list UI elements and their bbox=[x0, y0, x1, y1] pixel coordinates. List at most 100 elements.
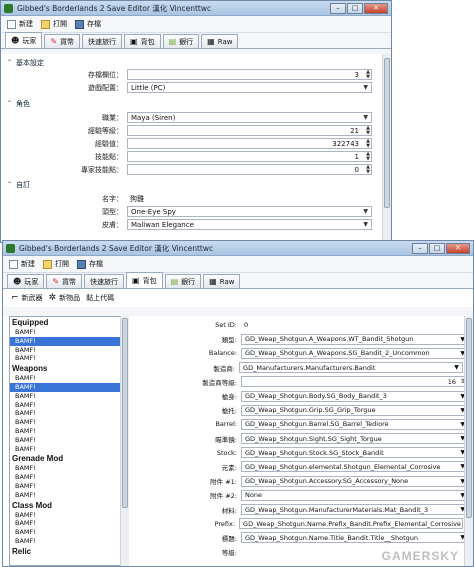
tree-item[interactable]: BAMF! bbox=[10, 336, 128, 346]
tree-item[interactable]: BAMF! bbox=[10, 374, 128, 383]
open-button[interactable]: 打開 bbox=[41, 19, 67, 29]
tree-item[interactable]: BAMF! bbox=[10, 537, 128, 546]
platform-select[interactable]: Little (PC) ▼ bbox=[127, 82, 372, 93]
overpower-input[interactable]: 0 ▲ ▼ bbox=[127, 164, 372, 175]
tree-item[interactable]: BAMF! bbox=[10, 427, 128, 436]
property-select[interactable]: GD_Weap_Shotgun.Accessory.SG_Accessory_N… bbox=[241, 475, 469, 487]
save-slot-input[interactable]: 3 ▲ ▼ bbox=[127, 69, 372, 80]
close-button[interactable]: ✕ bbox=[364, 2, 388, 14]
tab-fast-travel[interactable]: 快速旅行 bbox=[82, 34, 123, 48]
new-weapon-button[interactable]: ⌐ 新武器 bbox=[11, 293, 43, 303]
new-button[interactable]: 新建 bbox=[7, 19, 33, 29]
backpack-icon: ▣ bbox=[132, 275, 140, 285]
tree-item[interactable]: BAMF! bbox=[10, 511, 128, 520]
tree-item[interactable]: BAMF! bbox=[10, 409, 128, 418]
section-basic[interactable]: ⌃ 基本設定 bbox=[1, 57, 382, 68]
property-select[interactable]: GD_Weap_Shotgun.Stock.SG_Stock_Bandit ▼ bbox=[241, 447, 469, 459]
tree-group[interactable]: Grenade Mod bbox=[10, 453, 128, 464]
save-button[interactable]: 存檔 bbox=[77, 259, 103, 269]
tab-currency[interactable]: ✎ 貨幣 bbox=[44, 34, 81, 48]
tab-fast-travel[interactable]: 快速旅行 bbox=[84, 274, 125, 288]
section-appearance[interactable]: ⌃ 自訂 bbox=[1, 179, 382, 190]
open-button[interactable]: 打開 bbox=[43, 259, 69, 269]
tree-item[interactable]: BAMF! bbox=[10, 382, 128, 392]
tab-raw[interactable]: ▦ Raw bbox=[201, 34, 239, 48]
class-value: Maya (Siren) bbox=[131, 113, 176, 122]
vertical-scrollbar[interactable] bbox=[382, 54, 391, 242]
scroll-thumb[interactable] bbox=[384, 58, 390, 208]
tree-item[interactable]: BAMF! bbox=[10, 528, 128, 537]
tree-group[interactable]: Class Mod bbox=[10, 500, 128, 511]
property-select[interactable]: GD_Weap_Shotgun.Body.SG_Body_Bandit_3 ▼ bbox=[241, 390, 469, 402]
tree-group[interactable]: Relic bbox=[10, 546, 128, 557]
section-character[interactable]: ⌃ 角色 bbox=[1, 98, 382, 109]
new-item-button[interactable]: ✲ 新物品 bbox=[49, 293, 81, 303]
property-select[interactable]: GD_Weap_Shotgun.Sight.SG_Sight_Torgue ▼ bbox=[241, 433, 469, 445]
tab-backpack[interactable]: ▣ 背包 bbox=[126, 272, 163, 288]
chevron-down-icon[interactable]: ▼ bbox=[454, 364, 459, 371]
property-select[interactable]: GD_Weap_Shotgun.elemental.Shotgun_Elemen… bbox=[241, 461, 469, 473]
property-select[interactable]: GD_Weap_Shotgun.Barrel.SG_Barrel_Tediore… bbox=[241, 418, 469, 430]
tree-item[interactable]: BAMF! bbox=[10, 328, 128, 337]
tab-player[interactable]: ☻ 玩家 bbox=[7, 274, 45, 288]
paste-code-button[interactable]: 黏上代碼 bbox=[86, 293, 114, 303]
tree-scrollbar[interactable] bbox=[120, 316, 129, 566]
tree-item[interactable]: BAMF! bbox=[10, 491, 128, 500]
open-folder-icon bbox=[43, 259, 52, 269]
tab-raw[interactable]: ▦ Raw bbox=[203, 274, 241, 288]
property-select[interactable]: None ▼ bbox=[241, 489, 469, 501]
tree-item[interactable]: BAMF! bbox=[10, 346, 128, 355]
property-select[interactable]: GD_Weap_Shotgun.A_Weapons.SG_Bandit_2_Un… bbox=[241, 347, 469, 359]
tree-item[interactable]: BAMF! bbox=[10, 473, 128, 482]
tab-backpack[interactable]: ▣ 背包 bbox=[124, 34, 161, 48]
property-select[interactable]: GD_Manufacturers.Manufacturers.Bandit ▼ bbox=[239, 362, 463, 374]
spinner-icon[interactable]: ▲ ▼ bbox=[366, 126, 370, 136]
scroll-thumb[interactable] bbox=[122, 318, 128, 508]
head-select[interactable]: One-Eye Spy ▼ bbox=[127, 206, 372, 217]
tree-group[interactable]: Weapons bbox=[10, 363, 128, 374]
tree-item[interactable]: BAMF! bbox=[10, 464, 128, 473]
class-select[interactable]: Maya (Siren) ▼ bbox=[127, 112, 372, 123]
tree-item[interactable]: BAMF! bbox=[10, 445, 128, 454]
tree-item[interactable]: BAMF! bbox=[10, 519, 128, 528]
properties-scrollbar[interactable] bbox=[464, 316, 473, 566]
property-select[interactable]: GD_Weap_Shotgun.Name.Title_Bandit.Title_… bbox=[241, 532, 469, 544]
spinner-icon[interactable]: ▲ ▼ bbox=[366, 165, 370, 175]
minimize-button[interactable]: – bbox=[412, 242, 428, 254]
tab-currency[interactable]: ✎ 貨幣 bbox=[46, 274, 83, 288]
maximize-button[interactable]: □ bbox=[347, 2, 363, 14]
save-button[interactable]: 存檔 bbox=[75, 19, 101, 29]
level-input[interactable]: 21 ▲ ▼ bbox=[127, 125, 372, 136]
spinner-icon[interactable]: ▲ ▼ bbox=[366, 152, 370, 162]
tree-group[interactable]: Equipped bbox=[10, 317, 128, 328]
tree-item[interactable]: BAMF! bbox=[10, 392, 128, 401]
title-bar[interactable]: Gibbed's Borderlands 2 Save Editor 漢化 Vi… bbox=[1, 1, 391, 16]
scroll-thumb[interactable] bbox=[466, 318, 472, 518]
spinner-icon[interactable]: ▲ ▼ bbox=[366, 139, 370, 149]
new-button[interactable]: 新建 bbox=[9, 259, 35, 269]
tree-item[interactable]: BAMF! bbox=[10, 436, 128, 445]
close-button[interactable]: ✕ bbox=[446, 242, 470, 254]
inventory-tree[interactable]: Equipped BAMF! BAMF! BAMF! BAMF! Weapons BAMF!… bbox=[9, 316, 129, 566]
tab-bank[interactable]: ▤ 銀行 bbox=[162, 34, 200, 48]
property-select[interactable]: GD_Weap_Shotgun.Grip.SG_Grip_Torgue ▼ bbox=[241, 404, 469, 416]
exp-input[interactable]: 322743 ▲ ▼ bbox=[127, 138, 372, 149]
tree-item[interactable]: BAMF! bbox=[10, 401, 128, 410]
property-select[interactable]: GD_Weap_Shotgun.A_Weapons.WT_Bandit_Shot… bbox=[241, 333, 469, 345]
title-bar[interactable]: Gibbed's Borderlands 2 Save Editor 漢化 Vi… bbox=[3, 241, 473, 256]
property-number-input[interactable]: 16 ⇕ bbox=[241, 376, 469, 388]
skin-select[interactable]: Maliwan Elegance ▼ bbox=[127, 219, 372, 230]
tree-item[interactable]: BAMF! bbox=[10, 482, 128, 491]
name-value[interactable]: 狗雞 bbox=[127, 194, 144, 204]
property-select[interactable]: GD_Weap_Shotgun.Name.Prefix_Bandit.Prefi… bbox=[239, 518, 463, 530]
tree-item[interactable]: BAMF! bbox=[10, 354, 128, 363]
tab-player[interactable]: ☻ 玩家 bbox=[5, 32, 43, 48]
currency-icon: ✎ bbox=[52, 276, 60, 286]
spinner-icon[interactable]: ▲ ▼ bbox=[366, 70, 370, 80]
maximize-button[interactable]: □ bbox=[429, 242, 445, 254]
property-select[interactable]: GD_Weap_Shotgun.ManufacturerMaterials.Ma… bbox=[241, 504, 469, 516]
tree-item[interactable]: BAMF! bbox=[10, 418, 128, 427]
minimize-button[interactable]: – bbox=[330, 2, 346, 14]
skill-points-input[interactable]: 1 ▲ ▼ bbox=[127, 151, 372, 162]
tab-bank[interactable]: ▤ 銀行 bbox=[164, 274, 202, 288]
